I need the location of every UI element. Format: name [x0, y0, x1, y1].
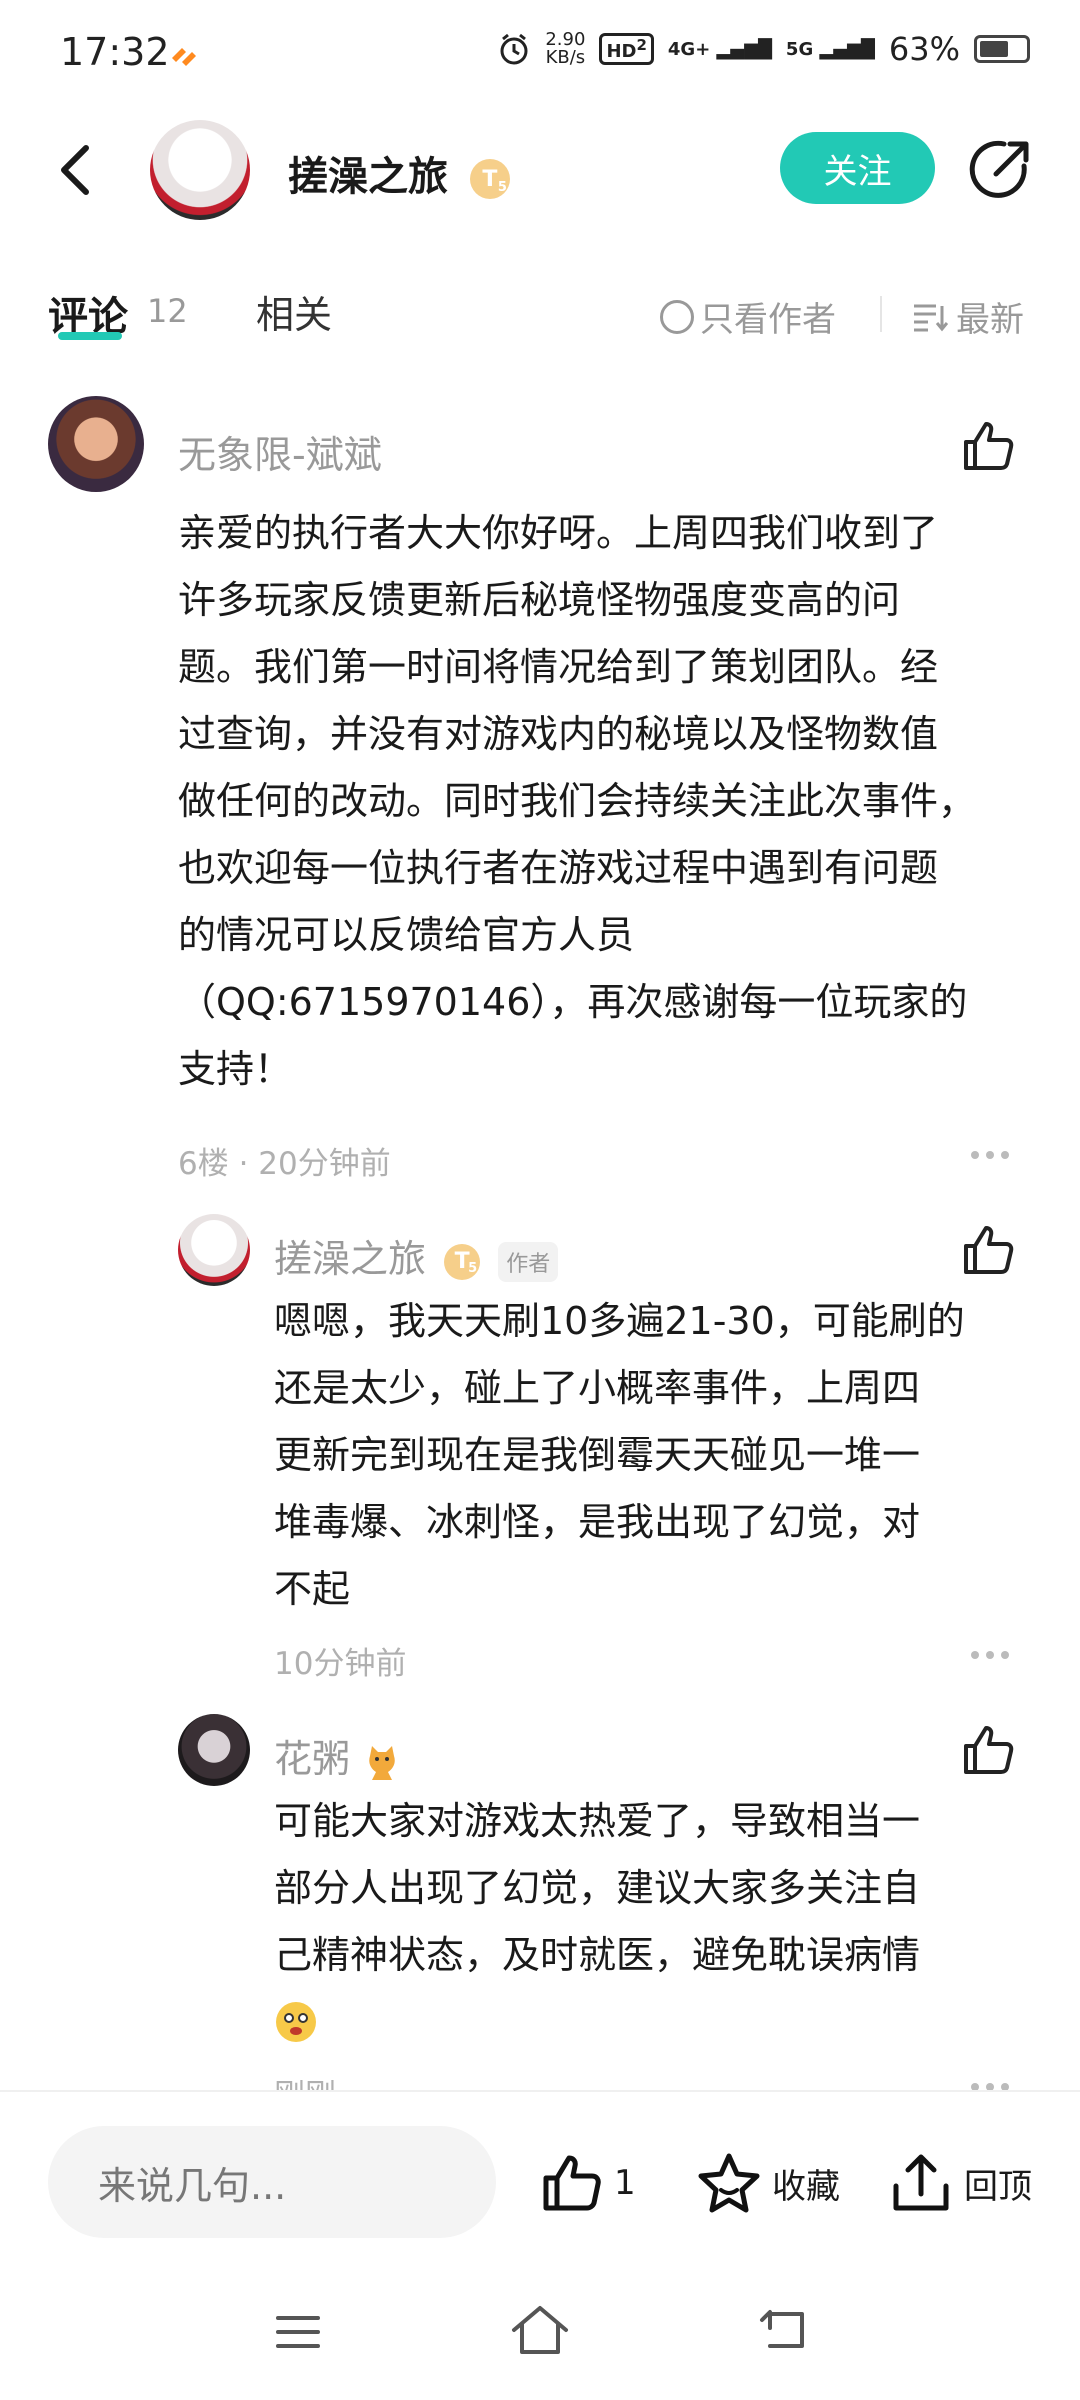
favorite-button[interactable]: 收藏 — [696, 2150, 840, 2216]
reply-meta: 10分钟前 — [274, 1646, 407, 1682]
like-icon[interactable] — [960, 1722, 1016, 1778]
commenter-name[interactable]: 无象限-斌斌 — [178, 424, 382, 479]
more-options-icon[interactable] — [970, 1150, 1010, 1160]
status-icons: 2.90 KB/s HD2 4G+ ▂▄▆█ 5G ▂▄▆█ 63% — [497, 30, 1030, 68]
cat-emoji-icon — [369, 1745, 395, 1780]
top-label: 回顶 — [964, 2166, 1032, 2207]
only-author-label: 只看作者 — [700, 300, 836, 340]
follow-button[interactable]: 关注 — [780, 132, 935, 204]
home-icon[interactable] — [508, 2302, 572, 2358]
dizzy-face-emoji-icon — [276, 2002, 316, 2042]
author-name[interactable]: 搓澡之旅 T5 — [288, 144, 510, 202]
comment-meta: 6楼 · 20分钟前 — [178, 1146, 391, 1182]
reply-avatar[interactable] — [178, 1714, 250, 1786]
reply-body: 嗯嗯，我天天刷10多遍21-30，可能刷的 还是太少，碰上了小概率事件，上周四 … — [274, 1299, 965, 1611]
signal-4g: 4G+ ▂▄▆█ — [667, 38, 772, 60]
back-nav-icon[interactable] — [756, 2306, 808, 2354]
reply-author[interactable]: 搓澡之旅 T5 作者 — [274, 1228, 559, 1283]
share-icon[interactable] — [966, 136, 1034, 204]
menu-icon[interactable] — [274, 2312, 322, 2352]
comment-count: 12 — [147, 292, 188, 330]
like-button[interactable]: 1 — [538, 2150, 636, 2216]
reply-body: 可能大家对游戏太热爱了，导致相当一 部分人出现了幻觉，建议大家多关注自 己精神状… — [274, 1799, 921, 1977]
battery-icon — [974, 35, 1030, 63]
commenter-avatar[interactable] — [48, 396, 144, 492]
reply-meta: 刚刚 — [274, 2070, 336, 2092]
upload-arrow-icon — [893, 2154, 949, 2211]
bottom-divider — [0, 2090, 1080, 2098]
divider — [880, 296, 882, 332]
radio-icon — [660, 299, 694, 334]
sort-icon — [914, 304, 948, 331]
hd-badge: HD2 — [599, 33, 654, 65]
author-tag: 作者 — [498, 1241, 559, 1282]
comment-input[interactable]: 来说几句... — [48, 2126, 496, 2238]
comment-body: 亲爱的执行者大大你好呀。上周四我们收到了 许多玩家反馈更新后秘境怪物强度变高的问… — [178, 511, 977, 1091]
alarm-icon — [500, 33, 528, 65]
like-count: 1 — [614, 2163, 636, 2203]
sort-label: 最新 — [956, 300, 1024, 340]
author-avatar[interactable] — [150, 120, 250, 220]
like-icon[interactable] — [960, 418, 1016, 474]
level-badge: T5 — [469, 159, 510, 199]
tab-related[interactable]: 相关 — [256, 284, 332, 339]
favorite-label: 收藏 — [772, 2166, 840, 2207]
status-time: 17:32 — [60, 30, 170, 74]
signal-5g: 5G ▂▄▆█ — [785, 38, 875, 60]
comment-tabs: 评论 12 相关 只看作者 最新 — [0, 270, 1080, 350]
like-icon[interactable] — [960, 1222, 1016, 1278]
notification-flag-icon — [172, 48, 196, 66]
back-to-top-button[interactable]: 回顶 — [888, 2150, 1032, 2216]
like-icon — [543, 2155, 601, 2211]
reply-author[interactable]: 花粥 — [274, 1728, 402, 1783]
sort-toggle[interactable]: 最新 — [912, 292, 1024, 341]
more-options-icon[interactable] — [970, 1650, 1010, 1660]
back-arrow-icon[interactable] — [48, 140, 108, 200]
reply-avatar[interactable] — [178, 1214, 250, 1286]
page-header: 搓澡之旅 T5 关注 — [0, 110, 1080, 230]
level-badge: T5 — [444, 1243, 481, 1280]
star-icon — [698, 2153, 760, 2213]
network-speed: 2.90 KB/s — [545, 29, 586, 68]
tab-active-indicator — [58, 332, 122, 340]
only-author-toggle[interactable]: 只看作者 — [660, 292, 836, 341]
status-bar: 17:32 2.90 KB/s HD2 4G+ ▂▄▆█ 5G ▂▄▆█ 63% — [0, 0, 1080, 110]
battery-percent: 63% — [888, 30, 960, 68]
